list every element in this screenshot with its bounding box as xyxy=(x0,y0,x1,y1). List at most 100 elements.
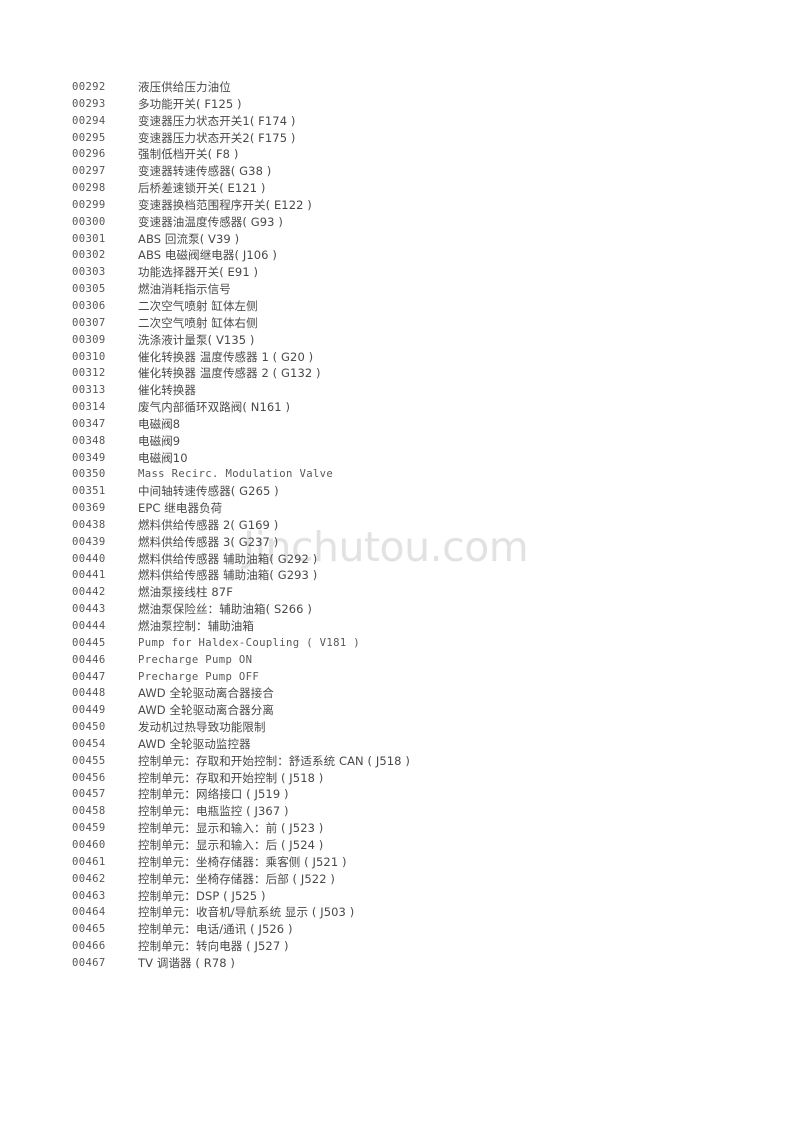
code-row: 00347 电磁阀8 xyxy=(0,416,800,433)
code-number: 00456 xyxy=(72,771,106,784)
code-description: 废气内部循环双路阀( N161 ) xyxy=(138,400,291,415)
code-description: 燃料供给传感器 辅助油箱( G292 ) xyxy=(138,551,318,566)
code-row: 00302 ABS 电磁阀继电器( J106 ) xyxy=(0,247,800,264)
code-description: 变速器油温度传感器( G93 ) xyxy=(138,214,283,229)
code-number: 00350 xyxy=(72,468,106,481)
code-description: Precharge Pump ON xyxy=(138,653,253,666)
code-row: 00441 燃料供给传感器 辅助油箱( G293 ) xyxy=(0,567,800,584)
code-description: 变速器压力状态开关2( F175 ) xyxy=(138,130,296,145)
code-row: 00309 洗涤液计量泵( V135 ) xyxy=(0,332,800,349)
code-description: TV 调谐器 ( R78 ) xyxy=(138,955,236,970)
code-row: 00464 控制单元：收音机/导航系统 显示 ( J503 ) xyxy=(0,904,800,921)
code-description: 电磁阀8 xyxy=(138,416,181,431)
code-number: 00313 xyxy=(72,384,106,397)
code-row: 00462 控制单元：坐椅存储器：后部 ( J522 ) xyxy=(0,871,800,888)
code-number: 00448 xyxy=(72,687,106,700)
code-description: 控制单元：收音机/导航系统 显示 ( J503 ) xyxy=(138,905,355,920)
code-number: 00307 xyxy=(72,316,106,329)
code-number: 00351 xyxy=(72,485,106,498)
code-number: 00443 xyxy=(72,603,106,616)
code-description: 发动机过热导致功能限制 xyxy=(138,720,266,735)
code-description: Mass Recirc. Modulation Valve xyxy=(138,468,334,481)
code-row: 00457 控制单元：网络接口 ( J519 ) xyxy=(0,786,800,803)
code-row: 00448 AWD 全轮驱动离合器接合 xyxy=(0,685,800,702)
code-row: 00466 控制单元：转向电器 ( J527 ) xyxy=(0,938,800,955)
code-description: 多功能开关( F125 ) xyxy=(138,96,242,111)
code-row: 00313 催化转换器 xyxy=(0,382,800,399)
code-description: 控制单元：显示和输入：前 ( J523 ) xyxy=(138,821,324,836)
code-description: 控制单元：存取和开始控制 ( J518 ) xyxy=(138,770,324,785)
code-row: 00350 Mass Recirc. Modulation Valve xyxy=(0,466,800,483)
code-row: 00307 二次空气喷射 缸体右侧 xyxy=(0,315,800,332)
code-row: 00445 Pump for Haldex-Coupling ( V181 ) xyxy=(0,635,800,652)
code-description: ABS 回流泵( V39 ) xyxy=(138,231,240,246)
code-number: 00446 xyxy=(72,653,106,666)
code-description: AWD 全轮驱动离合器分离 xyxy=(138,703,274,718)
code-description: 控制单元：坐椅存储器：后部 ( J522 ) xyxy=(138,871,335,886)
code-description: 控制单元：存取和开始控制：舒适系统 CAN ( J518 ) xyxy=(138,753,410,768)
code-description: 控制单元：电话/通讯 ( J526 ) xyxy=(138,922,293,937)
code-description: Precharge Pump OFF xyxy=(138,670,260,683)
code-number: 00305 xyxy=(72,283,106,296)
code-description: EPC 继电器负荷 xyxy=(138,501,223,516)
code-number: 00458 xyxy=(72,805,106,818)
code-row: 00301 ABS 回流泵( V39 ) xyxy=(0,231,800,248)
code-row: 00314 废气内部循环双路阀( N161 ) xyxy=(0,399,800,416)
code-number: 00461 xyxy=(72,855,106,868)
code-number: 00450 xyxy=(72,721,106,734)
code-number: 00440 xyxy=(72,552,106,565)
code-row: 00463 控制单元：DSP ( J525 ) xyxy=(0,888,800,905)
code-number: 00347 xyxy=(72,417,106,430)
code-row: 00296 强制低档开关( F8 ) xyxy=(0,146,800,163)
code-number: 00459 xyxy=(72,822,106,835)
code-number: 00302 xyxy=(72,249,106,262)
code-number: 00463 xyxy=(72,889,106,902)
code-description: 洗涤液计量泵( V135 ) xyxy=(138,332,255,347)
code-description: 液压供给压力油位 xyxy=(138,80,231,94)
code-description: 电磁阀9 xyxy=(138,433,181,448)
code-number: 00457 xyxy=(72,788,106,801)
code-number: 00298 xyxy=(72,182,106,195)
code-row: 00294 变速器压力状态开关1( F174 ) xyxy=(0,113,800,130)
code-description: 强制低档开关( F8 ) xyxy=(138,147,239,162)
code-description: 中间轴转速传感器( G265 ) xyxy=(138,484,279,499)
code-number: 00300 xyxy=(72,215,106,228)
code-number: 00464 xyxy=(72,906,106,919)
code-row: 00465 控制单元：电话/通讯 ( J526 ) xyxy=(0,921,800,938)
code-description: 燃料供给传感器 辅助油箱( G293 ) xyxy=(138,568,318,583)
code-row: 00305 燃油消耗指示信号 xyxy=(0,281,800,298)
code-row: 00467 TV 调谐器 ( R78 ) xyxy=(0,955,800,972)
code-number: 00441 xyxy=(72,569,106,582)
code-row: 00295 变速器压力状态开关2( F175 ) xyxy=(0,130,800,147)
code-description: 催化转换器 温度传感器 1 ( G20 ) xyxy=(138,349,314,364)
code-number: 00294 xyxy=(72,114,106,127)
code-row: 00310 催化转换器 温度传感器 1 ( G20 ) xyxy=(0,349,800,366)
code-number: 00442 xyxy=(72,586,106,599)
code-number: 00467 xyxy=(72,956,106,969)
code-row: 00458 控制单元：电瓶监控 ( J367 ) xyxy=(0,803,800,820)
code-number: 00466 xyxy=(72,940,106,953)
code-description: 变速器换档范围程序开关( E122 ) xyxy=(138,197,312,212)
code-row: 00298 后桥差速锁开关( E121 ) xyxy=(0,180,800,197)
code-row: 00446 Precharge Pump ON xyxy=(0,652,800,669)
code-number: 00460 xyxy=(72,838,106,851)
code-row: 00442 燃油泵接线柱 87F xyxy=(0,584,800,601)
code-description: 变速器压力状态开关1( F174 ) xyxy=(138,113,296,128)
code-row: 00312 催化转换器 温度传感器 2 ( G132 ) xyxy=(0,365,800,382)
code-number: 00297 xyxy=(72,165,106,178)
code-description: 燃料供给传感器 3( G237 ) xyxy=(138,534,279,549)
code-number: 00293 xyxy=(72,97,106,110)
code-row: 00293 多功能开关( F125 ) xyxy=(0,96,800,113)
code-description: 催化转换器 温度传感器 2 ( G132 ) xyxy=(138,366,321,381)
code-number: 00369 xyxy=(72,502,106,515)
code-row: 00351 中间轴转速传感器( G265 ) xyxy=(0,483,800,500)
code-row: 00300 变速器油温度传感器( G93 ) xyxy=(0,214,800,231)
code-number: 00296 xyxy=(72,148,106,161)
code-description: 燃油泵保险丝：辅助油箱( S266 ) xyxy=(138,602,312,617)
code-row: 00443 燃油泵保险丝：辅助油箱( S266 ) xyxy=(0,601,800,618)
code-number: 00312 xyxy=(72,367,106,380)
code-number: 00462 xyxy=(72,872,106,885)
code-number: 00438 xyxy=(72,518,106,531)
code-row: 00455 控制单元：存取和开始控制：舒适系统 CAN ( J518 ) xyxy=(0,753,800,770)
code-number: 00449 xyxy=(72,704,106,717)
